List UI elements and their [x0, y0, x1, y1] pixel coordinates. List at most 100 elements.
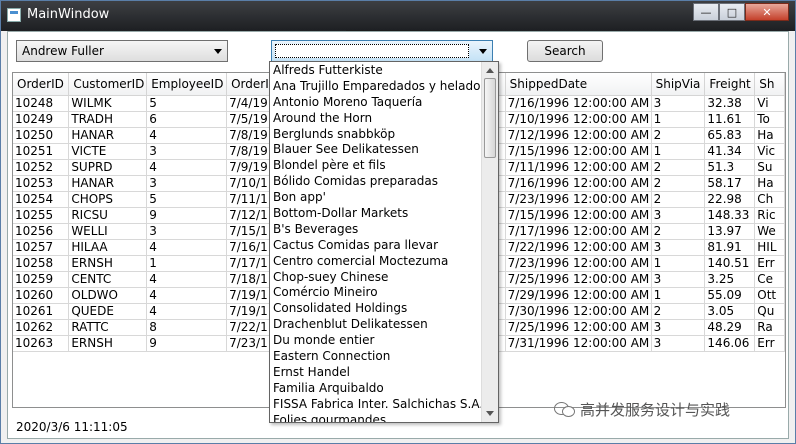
table-cell[interactable]: ERNSH [68, 335, 148, 352]
table-cell[interactable]: Ha [754, 175, 785, 192]
dropdown-item[interactable]: Bólido Comidas preparadas [270, 173, 482, 189]
dropdown-item[interactable]: Consolidated Holdings [270, 300, 482, 316]
table-cell[interactable]: Vic [754, 143, 785, 160]
table-cell[interactable]: 51.3 [704, 159, 756, 176]
table-cell[interactable]: VICTE [68, 143, 148, 160]
table-cell[interactable]: 7/22/1996 12:00:00 AM [505, 239, 652, 256]
table-cell[interactable]: HANAR [68, 175, 148, 192]
table-cell[interactable]: 7/29/1996 12:00:00 AM [505, 287, 652, 304]
table-cell[interactable]: Qu [754, 303, 785, 320]
table-cell[interactable]: 7/15/1996 12:00:00 AM [505, 207, 652, 224]
table-cell[interactable]: 4 [146, 239, 228, 256]
maximize-button[interactable]: □ [719, 3, 745, 21]
table-cell[interactable]: 2 [651, 127, 706, 144]
table-cell[interactable]: WELLI [68, 223, 148, 240]
table-cell[interactable]: Ric [754, 207, 785, 224]
table-cell[interactable]: 10255 [13, 207, 70, 224]
table-cell[interactable]: 32.38 [704, 95, 756, 112]
table-cell[interactable]: 10261 [13, 303, 70, 320]
dropdown-item[interactable]: Antonio Moreno Taquería [270, 94, 482, 110]
column-header[interactable]: ShippedDate [505, 73, 652, 96]
table-cell[interactable]: 10258 [13, 255, 70, 272]
search-button[interactable]: Search [527, 40, 603, 62]
table-cell[interactable]: 10248 [13, 95, 70, 112]
table-cell[interactable]: 5 [146, 191, 228, 208]
table-cell[interactable]: RATTC [68, 319, 148, 336]
table-cell[interactable]: OLDWO [68, 287, 148, 304]
table-cell[interactable]: 1 [651, 143, 706, 160]
table-cell[interactable]: 146.06 [704, 335, 756, 352]
dropdown-item[interactable]: Ana Trujillo Emparedados y helados [270, 78, 482, 94]
table-cell[interactable]: 4 [146, 159, 228, 176]
dropdown-item[interactable]: Eastern Connection [270, 348, 482, 364]
table-cell[interactable]: CHOPS [68, 191, 148, 208]
table-cell[interactable]: 7/31/1996 12:00:00 AM [505, 335, 652, 352]
table-cell[interactable]: HILAA [68, 239, 148, 256]
table-cell[interactable]: 8 [146, 319, 228, 336]
table-cell[interactable]: 10259 [13, 271, 70, 288]
table-cell[interactable]: 7/16/1996 12:00:00 AM [505, 175, 652, 192]
table-cell[interactable]: 7/25/1996 12:00:00 AM [505, 319, 652, 336]
table-cell[interactable]: 10251 [13, 143, 70, 160]
table-cell[interactable]: 7/23/1996 12:00:00 AM [505, 191, 652, 208]
dropdown-item[interactable]: Alfreds Futterkiste [270, 62, 482, 78]
table-cell[interactable]: 3 [651, 207, 706, 224]
table-cell[interactable]: 3 [146, 175, 228, 192]
table-cell[interactable]: 7/17/1996 12:00:00 AM [505, 223, 652, 240]
table-cell[interactable]: RICSU [68, 207, 148, 224]
table-cell[interactable]: 10254 [13, 191, 70, 208]
table-cell[interactable]: We [754, 223, 785, 240]
table-cell[interactable]: 3.05 [704, 303, 756, 320]
table-cell[interactable]: 2 [651, 159, 706, 176]
table-cell[interactable]: 10263 [13, 335, 70, 352]
close-button[interactable]: ✕ [745, 3, 789, 21]
customer-dropdown-list[interactable]: Alfreds Futterkiste Ana Trujillo Empareda… [269, 61, 499, 423]
table-cell[interactable]: 2 [651, 175, 706, 192]
column-header[interactable]: CustomerID [68, 73, 148, 96]
dropdown-item[interactable]: Ernst Handel [270, 364, 482, 380]
table-cell[interactable]: Ch [754, 191, 785, 208]
table-cell[interactable]: 9 [146, 207, 228, 224]
column-header[interactable]: Freight [704, 73, 756, 96]
scroll-up-arrow-icon[interactable] [486, 68, 494, 73]
table-cell[interactable]: Ce [754, 271, 785, 288]
table-cell[interactable]: 10252 [13, 159, 70, 176]
table-cell[interactable]: 7/10/1996 12:00:00 AM [505, 111, 652, 128]
dropdown-item[interactable]: Blauer See Delikatessen [270, 141, 482, 157]
table-cell[interactable]: 65.83 [704, 127, 756, 144]
table-cell[interactable]: 140.51 [704, 255, 756, 272]
dropdown-item[interactable]: Chop-suey Chinese [270, 269, 482, 285]
table-cell[interactable]: WILMK [68, 95, 148, 112]
table-cell[interactable]: 22.98 [704, 191, 756, 208]
column-header[interactable]: OrderID [13, 73, 70, 96]
table-cell[interactable]: Ra [754, 319, 785, 336]
scroll-down-arrow-icon[interactable] [486, 411, 494, 416]
table-cell[interactable]: 10256 [13, 223, 70, 240]
table-cell[interactable]: 58.17 [704, 175, 756, 192]
table-cell[interactable]: 9 [146, 335, 228, 352]
table-cell[interactable]: 3 [651, 335, 706, 352]
table-cell[interactable]: 7/25/1996 12:00:00 AM [505, 271, 652, 288]
table-cell[interactable]: 4 [146, 127, 228, 144]
dropdown-item[interactable]: Bon app' [270, 189, 482, 205]
table-cell[interactable]: 3 [146, 223, 228, 240]
table-cell[interactable]: 3 [651, 95, 706, 112]
table-cell[interactable]: 13.97 [704, 223, 756, 240]
table-cell[interactable]: 1 [651, 255, 706, 272]
table-cell[interactable]: Su [754, 159, 785, 176]
dropdown-item[interactable]: Familia Arquibaldo [270, 380, 482, 396]
dropdown-item[interactable]: FISSA Fabrica Inter. Salchichas S.A. [270, 396, 482, 412]
dropdown-item[interactable]: Around the Horn [270, 110, 482, 126]
table-cell[interactable]: Ha [754, 127, 785, 144]
table-cell[interactable]: 7/23/1996 12:00:00 AM [505, 255, 652, 272]
table-cell[interactable]: 41.34 [704, 143, 756, 160]
dropdown-item[interactable]: Centro comercial Moctezuma [270, 253, 482, 269]
minimize-button[interactable]: — [693, 3, 719, 21]
employee-combobox[interactable]: Andrew Fuller [16, 40, 228, 62]
table-cell[interactable]: Vi [754, 95, 785, 112]
table-cell[interactable]: 4 [146, 287, 228, 304]
vertical-scroll-thumb[interactable] [484, 78, 496, 158]
table-cell[interactable]: HANAR [68, 127, 148, 144]
table-cell[interactable]: HIL [754, 239, 785, 256]
table-cell[interactable]: 10249 [13, 111, 70, 128]
